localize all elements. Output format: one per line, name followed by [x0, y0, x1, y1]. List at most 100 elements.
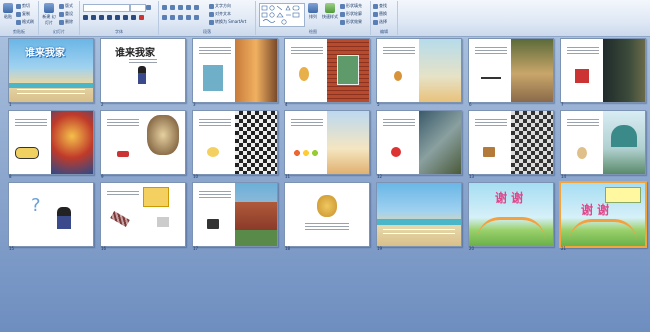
shadow-icon[interactable]: [115, 14, 120, 20]
list-row: [162, 4, 199, 10]
font-group: 字体: [80, 1, 159, 35]
format-painter-button[interactable]: 格式刷: [16, 19, 34, 25]
layout-button[interactable]: 版式: [59, 3, 73, 9]
slide-title: 谢 谢: [495, 191, 524, 205]
slide-thumbnail[interactable]: 谁来我家: [8, 38, 94, 103]
shape-effects-button[interactable]: 形状效果: [340, 19, 362, 25]
clipboard-group: 粘贴 剪切 复制 格式刷 剪贴板: [0, 1, 39, 35]
slide-thumbnail[interactable]: [192, 110, 278, 175]
drawing-group: 排列 快速样式 形状填充 形状轮廓 形状效果 绘图: [256, 1, 371, 35]
slide-image: [575, 69, 589, 83]
reset-button[interactable]: 重设: [59, 11, 73, 17]
slide-image: [15, 147, 39, 159]
slide-thumbnail[interactable]: [284, 110, 370, 175]
slide-thumbnail[interactable]: ?: [8, 182, 94, 247]
group-label-clipboard: 剪贴板: [13, 29, 25, 34]
strikethrough-icon[interactable]: [107, 14, 112, 20]
arrange-icon: [308, 3, 318, 13]
align-center-icon[interactable]: [170, 14, 175, 20]
align-text-button[interactable]: 对齐文本: [209, 11, 231, 17]
slide-number: 17: [193, 246, 199, 251]
slide-thumbnail[interactable]: [284, 182, 370, 247]
slide-thumbnail[interactable]: [468, 110, 554, 175]
align-left-icon[interactable]: [162, 14, 167, 20]
quick-styles-button[interactable]: 快速样式: [322, 1, 338, 25]
slide-image: [147, 115, 179, 155]
effects-icon: [340, 19, 345, 25]
slide-image: [110, 211, 130, 227]
change-case-icon[interactable]: [131, 14, 136, 20]
numbering-icon[interactable]: [170, 4, 175, 10]
text-block: [291, 119, 323, 128]
slide-thumbnail[interactable]: [376, 110, 462, 175]
slide-thumbnail[interactable]: [560, 38, 646, 103]
text-block: [383, 47, 415, 56]
copy-button[interactable]: 复制: [16, 11, 30, 17]
slide-image: [394, 71, 402, 81]
bold-icon[interactable]: [83, 14, 88, 20]
slide-thumbnail[interactable]: [284, 38, 370, 103]
text-direction-button[interactable]: 文字方向: [209, 3, 231, 9]
scissors-icon: [16, 3, 21, 9]
underline-icon[interactable]: [99, 14, 104, 20]
line-spacing-icon[interactable]: [194, 4, 199, 10]
slide-image: [207, 147, 219, 157]
bullets-icon[interactable]: [162, 4, 167, 10]
increase-indent-icon[interactable]: [186, 4, 191, 10]
group-label-font: 字体: [115, 29, 123, 34]
railing: [17, 89, 85, 94]
replace-button[interactable]: 替换: [373, 11, 387, 17]
columns-icon[interactable]: [194, 14, 199, 20]
slide-number: 12: [377, 174, 383, 179]
slide-thumbnail[interactable]: [376, 182, 462, 247]
italic-icon[interactable]: [91, 14, 96, 20]
layout-icon: [59, 3, 64, 9]
text-block: [15, 119, 47, 128]
rainbow: [569, 219, 637, 242]
decrease-indent-icon[interactable]: [178, 4, 183, 10]
justify-icon[interactable]: [186, 14, 191, 20]
slide-number: 21: [561, 246, 567, 251]
slide-thumbnail[interactable]: 谢 谢: [468, 182, 554, 247]
new-slide-icon: [44, 3, 54, 13]
new-slide-button[interactable]: 新建 幻灯片: [41, 1, 57, 25]
font-name-select[interactable]: [83, 4, 130, 12]
slide-image: [511, 111, 553, 174]
copy-icon: [16, 11, 21, 17]
font-color-icon[interactable]: [139, 14, 144, 20]
slide-thumbnail[interactable]: [192, 38, 278, 103]
char-spacing-icon[interactable]: [123, 14, 128, 20]
slide-image: [235, 111, 277, 174]
quick-styles-icon: [325, 3, 335, 13]
paste-button[interactable]: 粘贴: [1, 1, 15, 25]
group-label-drawing: 绘图: [309, 29, 317, 34]
shape-outline-button[interactable]: 形状轮廓: [340, 11, 362, 17]
slide-thumbnail[interactable]: [100, 182, 186, 247]
cut-button[interactable]: 剪切: [16, 3, 30, 9]
slide-thumbnail[interactable]: [192, 182, 278, 247]
align-row: [162, 14, 199, 20]
slide-number: 11: [285, 174, 291, 179]
slide-thumbnail[interactable]: [376, 38, 462, 103]
shapes-gallery[interactable]: [259, 3, 305, 27]
find-button[interactable]: 查找: [373, 3, 387, 9]
slide-thumbnail[interactable]: 谁来我家: [100, 38, 186, 103]
select-button[interactable]: 选择: [373, 19, 387, 25]
align-right-icon[interactable]: [178, 14, 183, 20]
slide-thumbnail-selected[interactable]: 谢 谢: [559, 181, 647, 248]
grow-font-button[interactable]: [146, 4, 151, 10]
delete-button[interactable]: 删除: [59, 19, 73, 25]
slide-image: [391, 147, 401, 157]
slide-title: 谢 谢: [581, 203, 610, 217]
text-block: [383, 119, 415, 128]
font-size-select[interactable]: [130, 4, 146, 12]
slide-thumbnail[interactable]: [8, 110, 94, 175]
arrange-button[interactable]: 排列: [306, 1, 320, 25]
shape-fill-button[interactable]: 形状填充: [340, 3, 362, 9]
slide-thumbnail[interactable]: [560, 110, 646, 175]
slide-number: 20: [469, 246, 475, 251]
slide-thumbnail[interactable]: [468, 38, 554, 103]
slide-thumbnail[interactable]: [100, 110, 186, 175]
text-block: [199, 119, 231, 128]
smartart-button[interactable]: 转换为 SmartArt: [209, 19, 246, 25]
